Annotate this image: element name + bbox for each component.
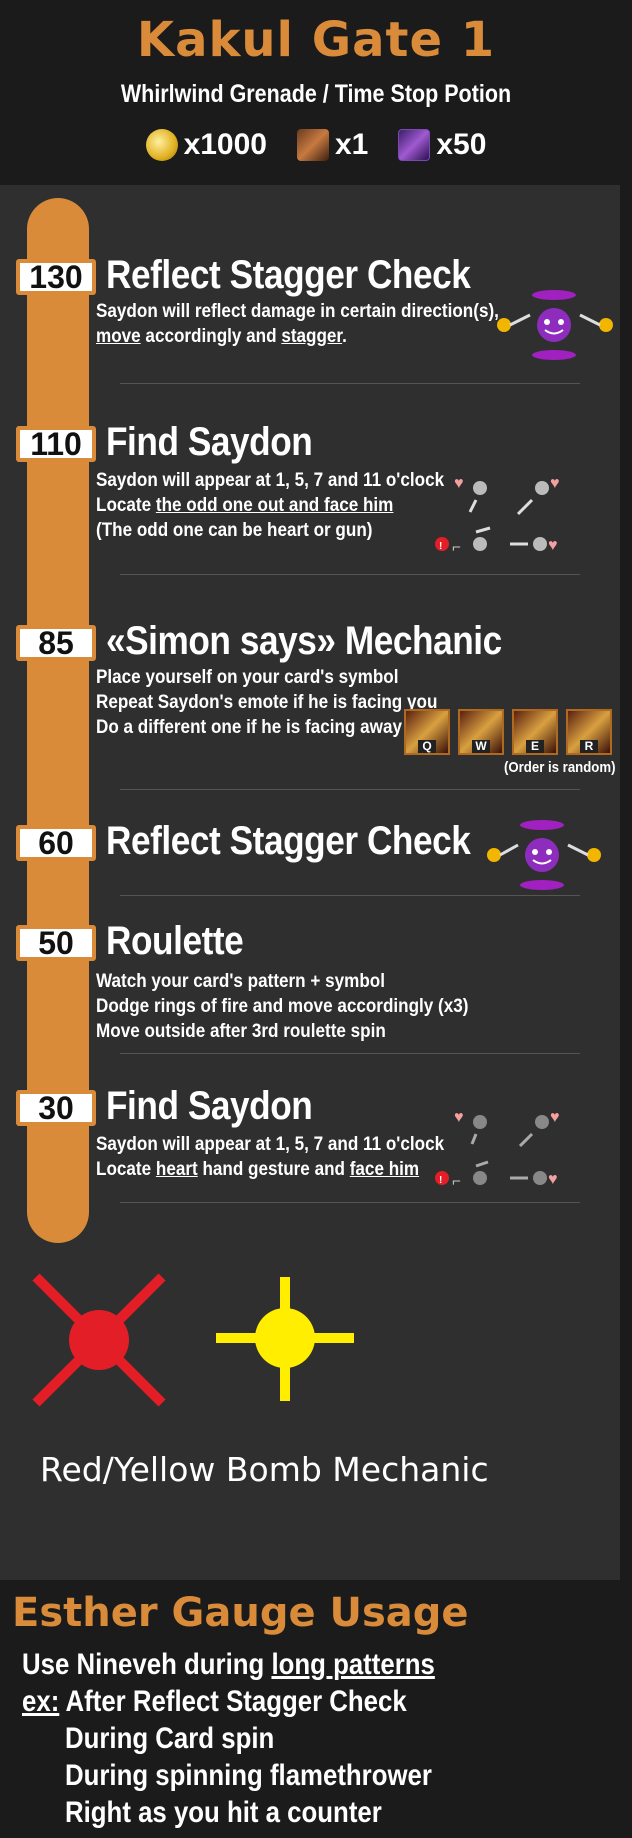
section-description: Saydon will appear at 1, 5, 7 and 11 o'c… (96, 468, 444, 543)
reward-gold-amount: x1000 (183, 128, 267, 161)
esther-example: During spinning flamethrower (65, 1759, 432, 1792)
esther-description: Use Nineveh during long patterns ex: Aft… (22, 1646, 435, 1831)
description-line: Do a different one if he is facing away (96, 717, 402, 738)
svg-text:♥: ♥ (454, 1109, 464, 1126)
reward-leapstone: x1 (297, 128, 368, 162)
section-title: Reflect Stagger Check (106, 819, 471, 863)
emote-r-icon: R (566, 709, 612, 755)
mechanics-panel: 130 Reflect Stagger Check Saydon will re… (0, 185, 620, 1580)
esther-title: Esther Gauge Usage (12, 1590, 469, 1636)
section-description: Place yourself on your card's symbol Rep… (96, 665, 437, 740)
emote-e-icon: E (512, 709, 558, 755)
description-line: Dodge rings of fire and move accordingly… (96, 996, 469, 1017)
reward-chest-amount: x50 (436, 128, 487, 161)
reward-gold: x1000 (145, 128, 267, 162)
section-title: Find Saydon (106, 420, 313, 464)
svg-text:♥: ♥ (548, 537, 558, 554)
description-line: (The odd one can be heart or gun) (96, 520, 373, 541)
svg-text:♥: ♥ (548, 1171, 558, 1188)
hp-marker: 60 (16, 825, 96, 861)
esther-gauge-section: Esther Gauge Usage Use Nineveh during lo… (0, 1580, 632, 1838)
svg-text:♥: ♥ (550, 1109, 560, 1126)
section-divider (120, 383, 580, 384)
hp-timeline-bar (27, 198, 89, 1243)
section-description: Saydon will reflect damage in certain di… (96, 299, 499, 349)
find-saydon-diagram-icon: ♥ ♥ ! ⌐ ♥ (435, 1109, 560, 1190)
description-line: Saydon will reflect damage in certain di… (96, 301, 499, 322)
description-line: Repeat Saydon's emote if he is facing yo… (96, 692, 438, 713)
section-title: Find Saydon (106, 1084, 313, 1128)
page-title: Kakul Gate 1 (136, 12, 496, 68)
description-line: Move outside after 3rd roulette spin (96, 1021, 386, 1042)
chest-icon (398, 129, 431, 161)
section-divider (120, 1053, 580, 1054)
reward-chest: x50 (398, 128, 486, 162)
rewards: x1000 x1 x50 (0, 128, 632, 162)
svg-text:⌐: ⌐ (452, 1173, 461, 1190)
hp-marker: 110 (16, 426, 96, 462)
section-description: Watch your card's pattern + symbol Dodge… (96, 969, 468, 1044)
esther-line: ex: After Reflect Stagger Check (22, 1685, 407, 1718)
section-divider (120, 895, 580, 896)
reflect-diagram-icon (487, 820, 601, 890)
reward-leapstone-amount: x1 (335, 128, 369, 161)
svg-text:!: ! (439, 1175, 442, 1186)
svg-text:♥: ♥ (454, 475, 464, 492)
emote-row: Q W E R (404, 709, 612, 755)
order-note: (Order is random) (504, 759, 616, 776)
esther-line: Use Nineveh during long patterns (22, 1648, 435, 1681)
esther-example: Right as you hit a counter (65, 1796, 382, 1829)
emote-q-icon: Q (404, 709, 450, 755)
section-description: Saydon will appear at 1, 5, 7 and 11 o'c… (96, 1132, 444, 1182)
bomb-mechanic-label: Red/Yellow Bomb Mechanic (40, 1450, 489, 1489)
section-title: Reflect Stagger Check (106, 253, 471, 297)
leapstone-icon (297, 129, 329, 161)
section-title: Roulette (106, 919, 244, 963)
gold-coin-icon (145, 129, 178, 161)
description-line: Watch your card's pattern + symbol (96, 971, 385, 992)
hp-marker: 85 (16, 625, 96, 661)
yellow-bomb-icon (216, 1277, 354, 1401)
section-divider (120, 574, 580, 575)
svg-text:♥: ♥ (550, 475, 560, 492)
description-line: Locate the odd one out and face him (96, 495, 394, 516)
svg-text:!: ! (439, 541, 442, 552)
hp-marker: 130 (16, 259, 96, 295)
description-line: Saydon will appear at 1, 5, 7 and 11 o'c… (96, 1134, 445, 1155)
emote-w-icon: W (458, 709, 504, 755)
hp-marker: 50 (16, 925, 96, 961)
hp-marker: 30 (16, 1090, 96, 1126)
description-line: Saydon will appear at 1, 5, 7 and 11 o'c… (96, 470, 445, 491)
red-bomb-icon (32, 1273, 166, 1407)
description-line: Locate heart hand gesture and face him (96, 1159, 420, 1180)
reflect-diagram-icon (497, 290, 613, 360)
description-line: Place yourself on your card's symbol (96, 667, 399, 688)
find-saydon-diagram-icon: ♥ ♥ ! ⌐ ♥ (435, 475, 560, 556)
page-subtitle: Whirlwind Grenade / Time Stop Potion (120, 80, 512, 108)
section-divider (120, 789, 580, 790)
svg-text:⌐: ⌐ (452, 539, 461, 556)
header: Kakul Gate 1 Whirlwind Grenade / Time St… (0, 0, 632, 185)
section-title: «Simon says» Mechanic (106, 619, 502, 663)
description-line: move accordingly and stagger. (96, 326, 347, 347)
esther-example: During Card spin (65, 1722, 275, 1755)
section-divider (120, 1202, 580, 1203)
